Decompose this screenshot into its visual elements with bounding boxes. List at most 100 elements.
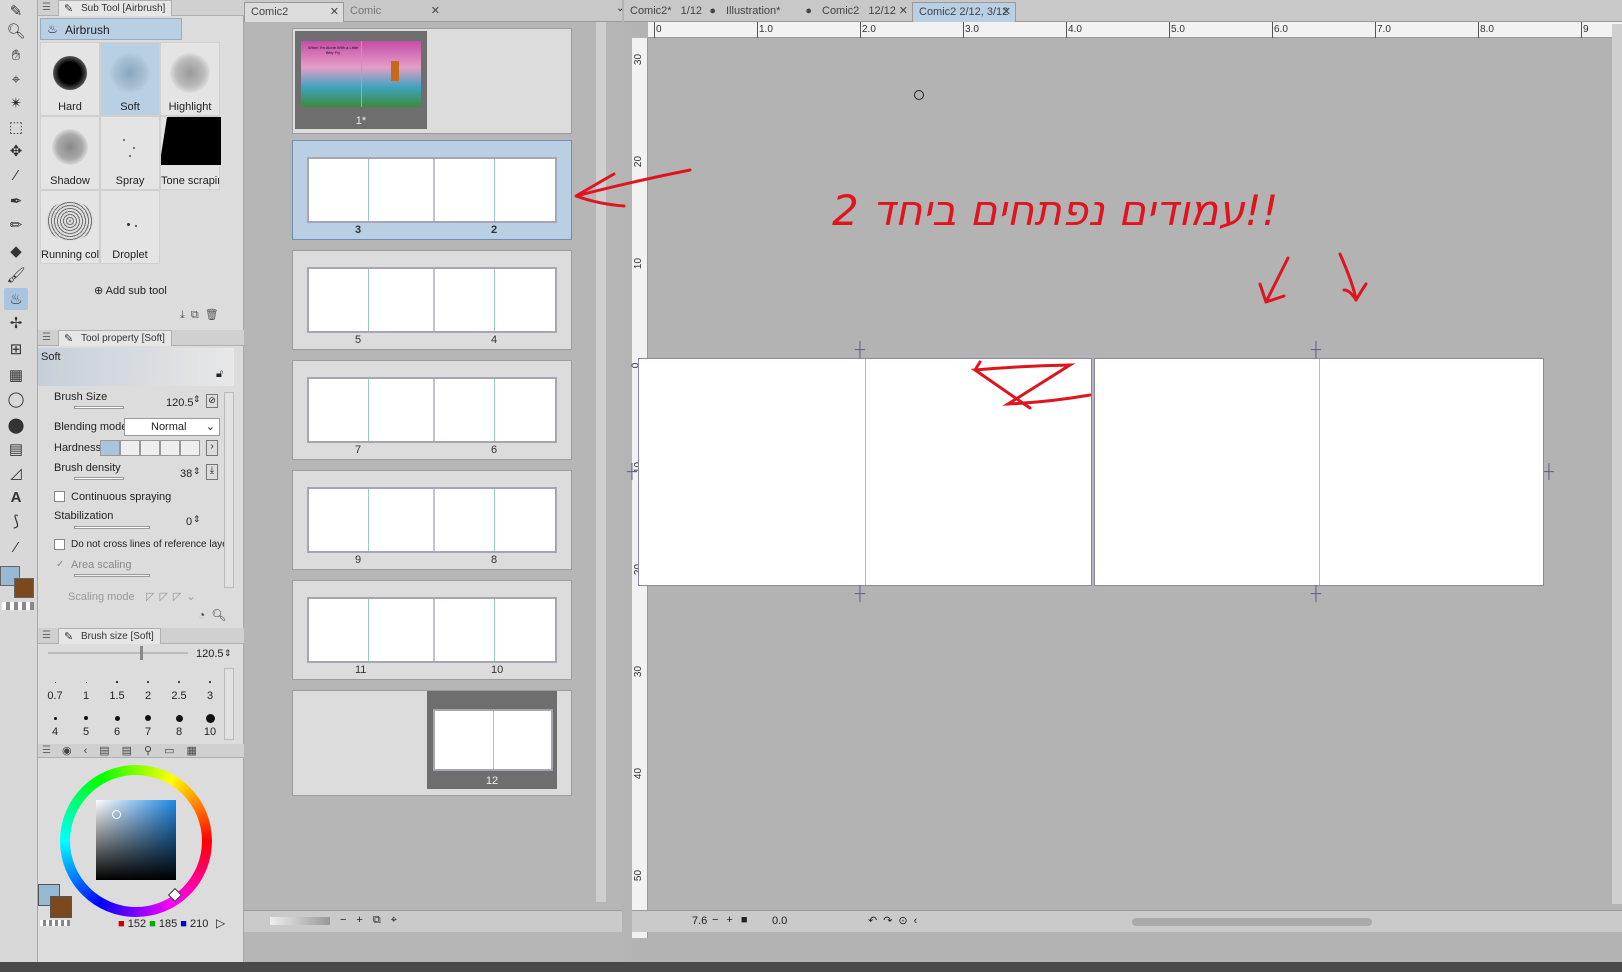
pencil-icon[interactable]: ✏	[4, 214, 28, 236]
trash-icon[interactable]: 🗑︎	[205, 309, 225, 321]
blending-select[interactable]: Normal ⌄	[124, 418, 220, 436]
color-panel-transparent[interactable]	[40, 920, 70, 926]
canvas-tab-3[interactable]: Comic2 2/12, 3/12 ✕	[912, 2, 1016, 22]
balloon-icon[interactable]: ⟆	[4, 510, 28, 532]
pressure-icon[interactable]: ⊘	[206, 394, 218, 408]
transparent-swatch[interactable]	[2, 602, 34, 610]
brush-size-value[interactable]: 120.5	[166, 397, 194, 409]
eyedropper-icon[interactable]: ⁄	[4, 164, 28, 186]
brush-size-slider[interactable]	[74, 406, 124, 409]
tool-property-scrollbar[interactable]	[224, 392, 234, 588]
figure-icon[interactable]: ⊞	[4, 338, 28, 360]
stabilization-value[interactable]: 0	[186, 516, 192, 528]
size-preset[interactable]: 10	[195, 706, 225, 740]
rotate-controls[interactable]: ↶↷⊙‹	[868, 914, 923, 927]
page-spread-2-3[interactable]: 32	[292, 140, 572, 240]
page-spread-4-5[interactable]: 54	[292, 250, 572, 350]
play-icon[interactable]: ▷	[216, 916, 225, 930]
no-cross-checkbox[interactable]	[54, 539, 65, 550]
angle-value[interactable]: 0.0	[772, 915, 787, 927]
brush-soft[interactable]: Soft	[100, 42, 160, 116]
add-sub-tool-button[interactable]: ⊕ Add sub tool	[94, 284, 167, 297]
tab-comic2[interactable]: Comic2 ✕	[244, 2, 344, 22]
lock-icon[interactable]: 🔓︎	[216, 368, 223, 381]
decoration-icon[interactable]: ✢	[4, 312, 28, 334]
size-preset[interactable]: 8	[164, 706, 194, 740]
menu-icon[interactable]: ☰	[42, 332, 51, 343]
canvas-tab-2[interactable]: Comic2 12/12 ✕	[816, 2, 912, 22]
brush-size-panel-value[interactable]: 120.5	[196, 648, 224, 660]
ellipse-icon[interactable]: ◯	[4, 388, 28, 410]
close-icon[interactable]: ✕	[1002, 3, 1011, 22]
hardness-selector[interactable]	[100, 440, 200, 456]
unsaved-dot-icon[interactable]: ●	[709, 2, 716, 21]
stabilization-slider[interactable]	[74, 526, 150, 529]
size-preset[interactable]: 5	[71, 706, 101, 740]
page-spread-6-7[interactable]: 76	[292, 360, 572, 460]
zoom-value[interactable]: 7.6	[692, 915, 707, 927]
scaling-mode-icons[interactable]: ◸◸◸⌄	[146, 590, 201, 603]
airbrush-icon[interactable]: ♨	[4, 288, 28, 310]
color-picker-handle[interactable]	[112, 810, 121, 819]
tool-property-tab[interactable]: ✎ Tool property [Soft]	[58, 330, 172, 346]
brush-size-tab[interactable]: ✎ Brush size [Soft]	[58, 628, 161, 644]
size-preset[interactable]: 1.5	[102, 670, 132, 704]
reset-icon[interactable]: ◔	[198, 608, 211, 622]
size-preset[interactable]: 3	[195, 670, 225, 704]
brush-size-slider-track[interactable]	[48, 652, 188, 654]
operation-icon[interactable]: ⌖	[4, 68, 28, 90]
canvas-v-scrollbar[interactable]	[1612, 24, 1622, 904]
fill-icon[interactable]: ⬤	[4, 414, 28, 436]
brush-spray[interactable]: Spray	[100, 116, 160, 190]
ruler-icon[interactable]: ◿	[4, 462, 28, 484]
sub-color-swatch[interactable]	[14, 578, 34, 598]
brush-icon[interactable]: 🖌︎	[4, 264, 28, 286]
size-preset[interactable]: 1	[71, 670, 101, 704]
move-icon[interactable]: ✥	[4, 140, 28, 162]
size-preset[interactable]: 7	[133, 706, 163, 740]
zoom-icon[interactable]: 🔍︎	[4, 20, 28, 42]
canvas-h-scrollbar[interactable]	[1132, 918, 1372, 926]
text-icon[interactable]: A	[4, 486, 28, 508]
import-icon[interactable]: ⤓	[180, 309, 191, 321]
page-cover[interactable]: When I'm Alone With a Little Bitty Fly 1…	[292, 28, 572, 134]
canvas-tab-1[interactable]: Illustration* ●	[720, 2, 816, 22]
page-12[interactable]: 12	[292, 690, 572, 796]
page-spread-8-9[interactable]: 98	[292, 470, 572, 570]
size-preset[interactable]: 2.5	[164, 670, 194, 704]
brush-size-slider-thumb[interactable]	[140, 646, 143, 660]
size-preset[interactable]: 6	[102, 706, 132, 740]
chevron-right-icon[interactable]: ›	[206, 440, 218, 456]
sub-tool-group[interactable]: ♨ Airbrush	[40, 18, 182, 40]
search-icon[interactable]: 🔍︎	[211, 608, 232, 622]
magic-wand-icon[interactable]: ✴	[4, 92, 28, 114]
brush-highlight[interactable]: Highlight	[160, 42, 220, 116]
brush-size-scrollbar[interactable]	[224, 668, 234, 740]
page-manager-controls[interactable]: −+⧉⌖	[340, 914, 407, 927]
sub-tool-tab[interactable]: ✎ Sub Tool [Airbrush]	[58, 0, 173, 16]
check-icon[interactable]: ✓	[56, 559, 64, 570]
continuous-checkbox[interactable]	[54, 491, 65, 502]
pen-icon[interactable]: ✒	[4, 190, 28, 212]
menu-icon[interactable]: ☰	[42, 2, 51, 13]
download-icon[interactable]: ⤓	[206, 464, 218, 480]
frame-icon[interactable]: ▤	[4, 438, 28, 460]
size-preset[interactable]: 4	[40, 706, 70, 740]
spinner-icon[interactable]: ⇕	[193, 514, 201, 525]
eraser-icon[interactable]: ◆	[4, 240, 28, 262]
tab-comic[interactable]: Comic ✕	[344, 2, 444, 22]
page-spread-10-11[interactable]: 11 10	[292, 580, 572, 680]
unsaved-dot-icon[interactable]: ●	[805, 2, 812, 21]
spinner-icon[interactable]: ⇕	[193, 466, 201, 477]
size-preset[interactable]: 0.7	[40, 670, 70, 704]
zoom-controls[interactable]: −+■	[712, 914, 756, 926]
hand-icon[interactable]: ✋︎	[4, 44, 28, 66]
area-scaling-slider[interactable]	[74, 574, 150, 577]
close-icon[interactable]: ✕	[899, 2, 908, 21]
color-panel-tabs[interactable]: ◉‹▤▤⚲▭▦	[62, 744, 209, 757]
canvas-tab-0[interactable]: Comic2* 1/12 ●	[624, 2, 720, 22]
brush-tone-scraping[interactable]: Tone scrapir	[160, 116, 221, 190]
brush-shadow[interactable]: Shadow	[40, 116, 100, 190]
saturation-square[interactable]	[96, 800, 176, 880]
menu-icon[interactable]: ☰	[42, 630, 51, 641]
